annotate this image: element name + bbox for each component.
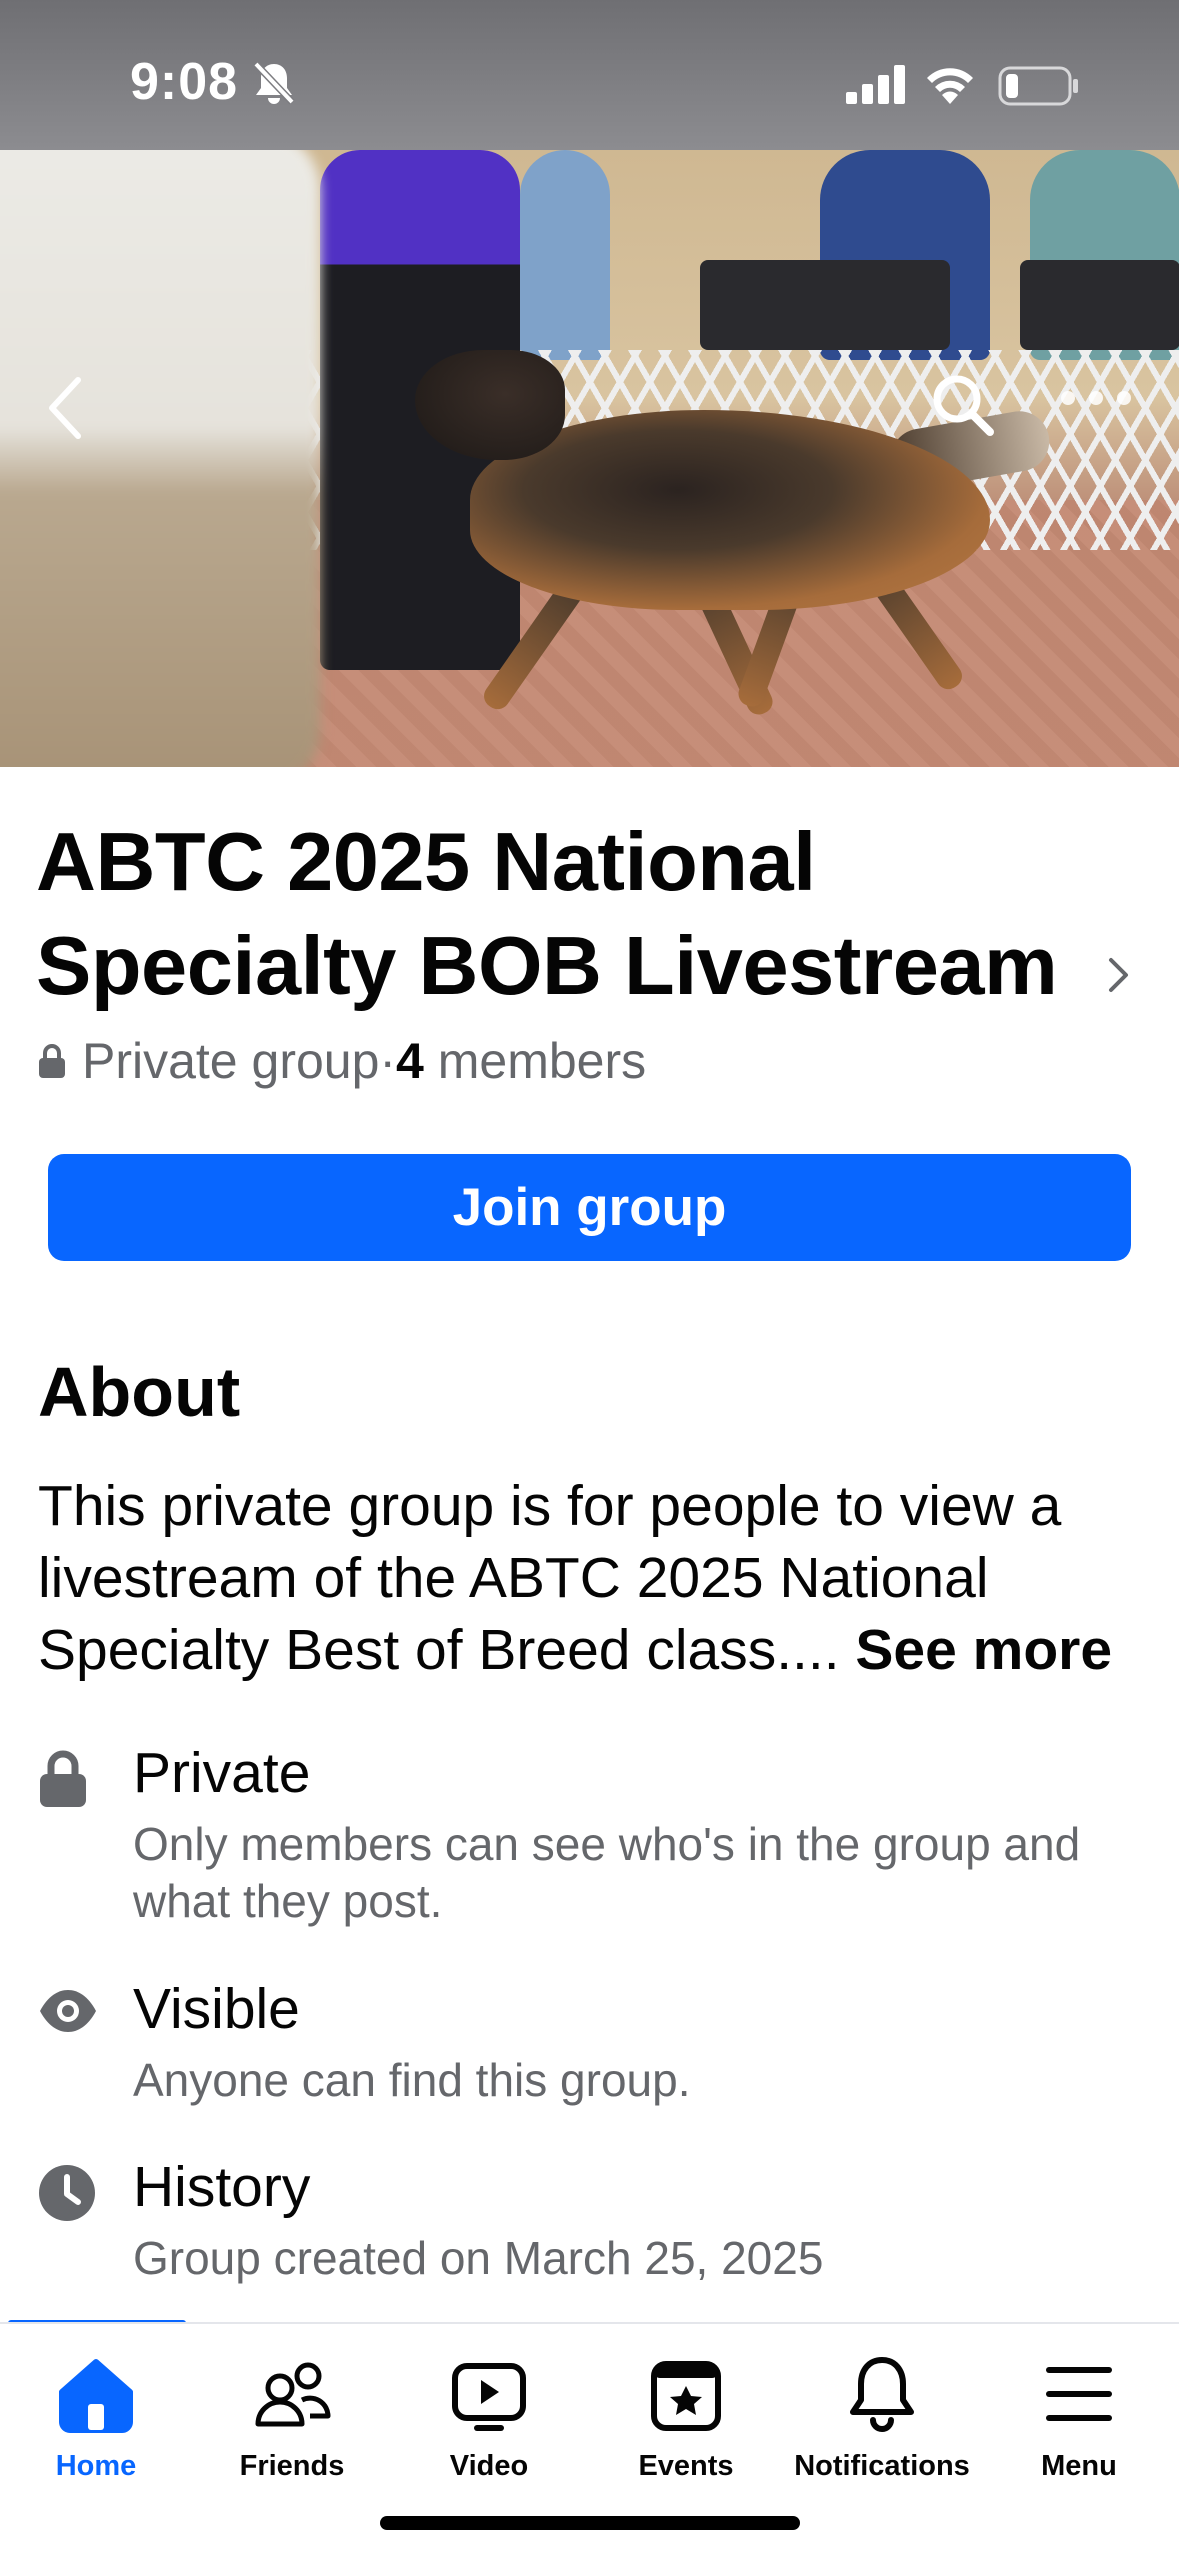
more-options-icon[interactable] bbox=[1058, 388, 1134, 408]
chevron-right-icon[interactable] bbox=[1106, 956, 1130, 994]
nav-label: Events bbox=[638, 2450, 734, 2482]
home-icon bbox=[59, 2359, 133, 2433]
meta-separator: · bbox=[379, 1033, 397, 1089]
chair bbox=[1020, 260, 1179, 350]
cover-photo[interactable] bbox=[0, 150, 1179, 767]
info-description: Anyone can find this group. bbox=[133, 2054, 691, 2106]
nav-label: Video bbox=[449, 2450, 529, 2482]
nav-home[interactable]: Home bbox=[0, 2354, 194, 2483]
info-title: History bbox=[133, 2155, 311, 2219]
status-bar: 9:08 bbox=[0, 0, 1179, 150]
group-title[interactable]: ABTC 2025 National Specialty BOB Livestr… bbox=[36, 810, 1096, 1018]
chair bbox=[700, 260, 950, 350]
member-label[interactable]: members bbox=[424, 1032, 646, 1090]
clock-icon bbox=[39, 2165, 95, 2221]
nav-friends[interactable]: Friends bbox=[194, 2354, 390, 2483]
friends-icon bbox=[255, 2362, 331, 2427]
foreground-person bbox=[0, 150, 320, 767]
bell-off-icon bbox=[253, 61, 295, 105]
nav-menu[interactable]: Menu bbox=[981, 2354, 1177, 2483]
member-count[interactable]: 4 bbox=[396, 1032, 424, 1090]
nav-label: Notifications bbox=[794, 2450, 970, 2482]
nav-notifications[interactable]: Notifications bbox=[784, 2354, 980, 2483]
signal-icon bbox=[846, 65, 905, 104]
info-description: Group created on March 25, 2025 bbox=[133, 2232, 824, 2284]
lock-icon bbox=[39, 1044, 65, 1078]
audience-figure bbox=[520, 150, 610, 360]
video-icon bbox=[452, 2363, 526, 2431]
about-heading: About bbox=[38, 1353, 241, 1431]
group-meta: Private group · 4 members bbox=[38, 1032, 646, 1090]
search-icon[interactable] bbox=[930, 372, 996, 438]
info-title: Visible bbox=[133, 1977, 300, 2041]
nav-video[interactable]: Video bbox=[391, 2354, 587, 2483]
battery-icon bbox=[998, 66, 1078, 106]
nav-label: Friends bbox=[239, 2450, 345, 2482]
see-more-link[interactable]: See more bbox=[855, 1618, 1112, 1682]
home-indicator[interactable] bbox=[380, 2516, 800, 2530]
bell-icon bbox=[850, 2357, 914, 2432]
nav-label: Menu bbox=[1041, 2450, 1117, 2482]
join-group-button[interactable]: Join group bbox=[48, 1154, 1131, 1261]
menu-icon bbox=[1046, 2367, 1112, 2421]
lock-icon bbox=[40, 1750, 86, 1807]
about-description: This private group is for people to view… bbox=[38, 1470, 1148, 1686]
nav-events[interactable]: Events bbox=[588, 2354, 784, 2483]
nav-label: Home bbox=[55, 2450, 137, 2482]
privacy-label: Private group bbox=[82, 1033, 380, 1089]
eye-icon bbox=[40, 1990, 96, 2032]
info-description: Only members can see who's in the group … bbox=[133, 1818, 1081, 1927]
events-icon bbox=[651, 2361, 721, 2431]
back-chevron-icon[interactable] bbox=[46, 376, 86, 440]
info-title: Private bbox=[133, 1741, 311, 1805]
wifi-icon bbox=[927, 68, 973, 104]
status-time: 9:08 bbox=[130, 53, 239, 111]
